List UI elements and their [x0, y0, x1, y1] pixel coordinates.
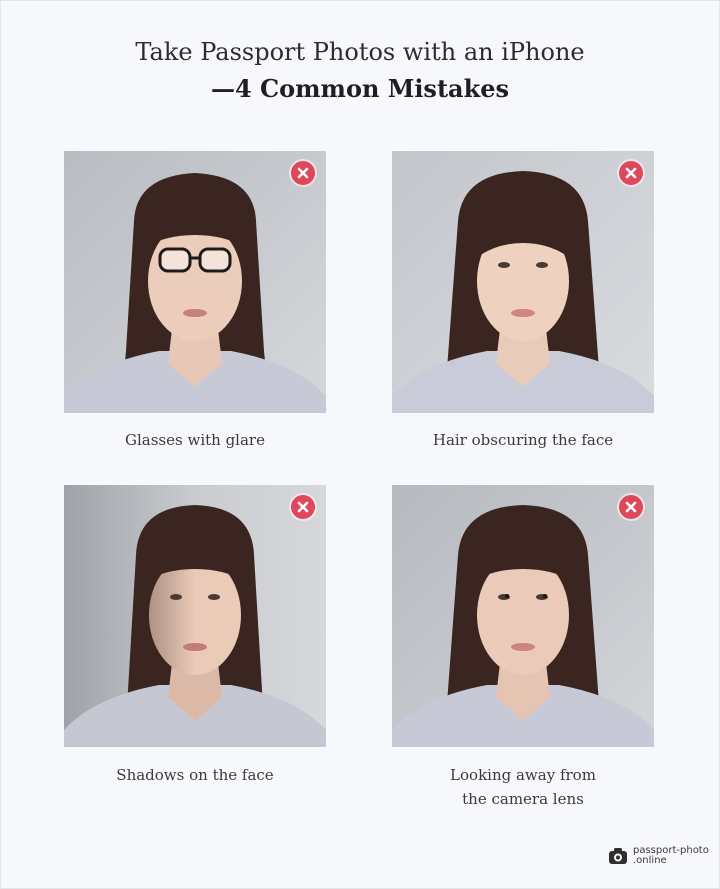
error-badge: [619, 161, 643, 185]
caption-shadows-on-face: Shadows on the face: [64, 763, 326, 787]
caption-line: the camera lens: [462, 790, 584, 808]
caption-line: Hair obscuring the face: [432, 431, 614, 449]
portrait-image: [64, 151, 326, 413]
caption-looking-away: Looking away from the camera lens: [392, 763, 654, 811]
portrait-image: [64, 485, 326, 747]
caption-line: Looking away from: [450, 766, 596, 784]
caption-hair-obscuring-face: Hair obscuring the face: [392, 428, 654, 452]
error-badge: [619, 495, 643, 519]
photo-looking-away: [392, 485, 654, 747]
photo-hair-obscuring-face: [392, 151, 654, 413]
brand-name-line2: .online: [633, 855, 667, 866]
photo-glasses-with-glare: [64, 151, 326, 413]
page-title: Take Passport Photos with an iPhone: [135, 38, 585, 66]
close-icon: [625, 167, 637, 179]
portrait-image: [392, 485, 654, 747]
brand-name: passport-photo .online: [633, 846, 709, 866]
portrait-image: [392, 151, 654, 413]
caption-line: Glasses with glare: [125, 431, 265, 449]
brand-logo: passport-photo .online: [608, 846, 709, 866]
camera-icon: [609, 848, 627, 864]
error-badge: [291, 495, 315, 519]
page-subtitle: —4 Common Mistakes: [210, 74, 509, 103]
close-icon: [297, 501, 309, 513]
caption-glasses-with-glare: Glasses with glare: [64, 428, 326, 452]
close-icon: [297, 167, 309, 179]
caption-line: Shadows on the face: [116, 766, 274, 784]
close-icon: [625, 501, 637, 513]
photo-shadows-on-face: [64, 485, 326, 747]
error-badge: [291, 161, 315, 185]
